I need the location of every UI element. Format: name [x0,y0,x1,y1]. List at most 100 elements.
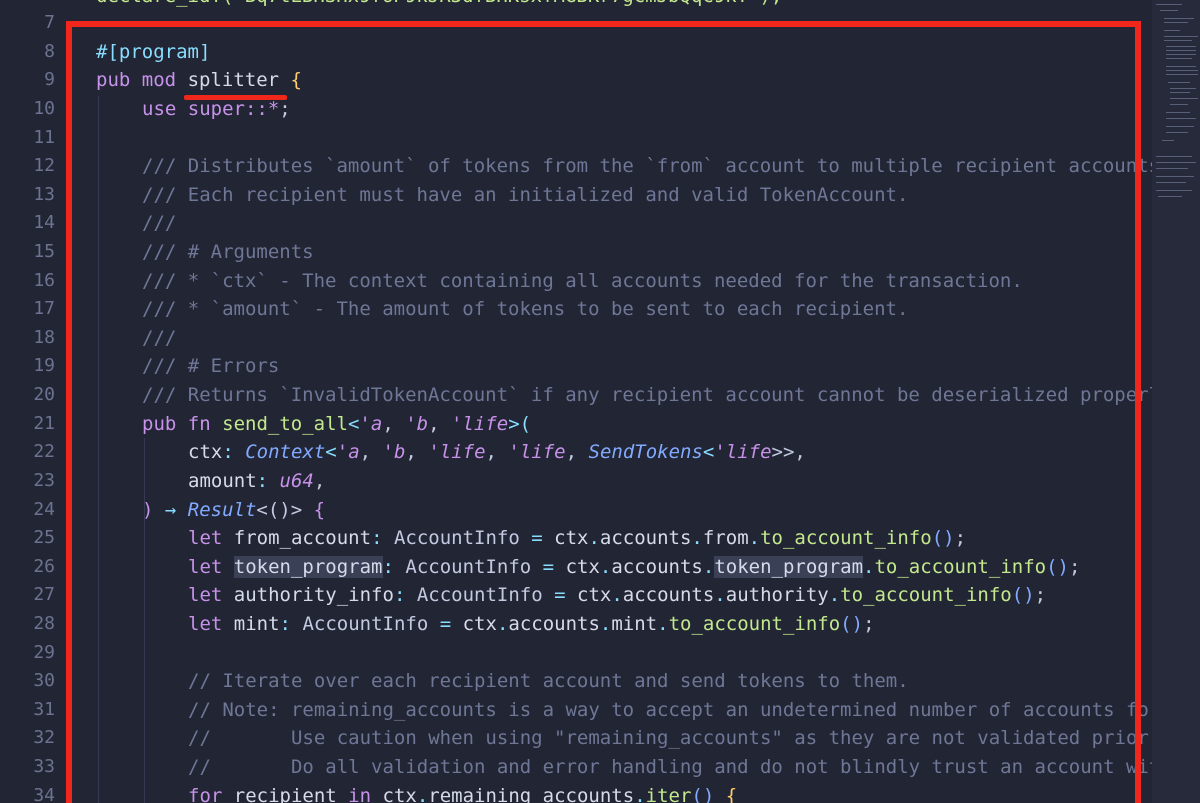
punct: = [519,527,555,549]
red-underline-annotation [184,95,287,100]
keyword: let [188,584,223,606]
line-comment: // Note: remaining_accounts is a way to … [188,699,1152,721]
line-number: 22 [33,441,55,462]
line-number: 14 [33,212,55,233]
field: accounts [611,556,703,578]
code-line-9: pub mod splitter { [96,66,302,94]
doc-comment: /// Distributes `amount` of tokens from … [142,155,1152,177]
keyword: let [188,613,223,635]
punct: , [382,413,406,435]
minimap-line [1162,140,1174,141]
field: token_program [714,556,864,578]
keyword: pub [142,413,177,435]
line-number: 18 [33,327,55,348]
punct: . [611,584,623,606]
line-number: 29 [33,642,55,663]
lifetime: 'life [508,441,566,463]
punct: ; [863,613,875,635]
line-number: 15 [33,241,55,262]
minimap-line [1170,104,1188,105]
param: ctx [188,441,223,463]
minimap-line [1156,182,1186,183]
minimap-line [1164,22,1188,23]
semicolon: ; [279,98,291,120]
keyword: for [188,785,223,803]
punct: : [371,527,394,549]
code-line-8: #[program] [96,38,210,66]
brace: { [714,785,738,803]
keyword: let [188,556,223,578]
punct: () [840,613,864,635]
field: authority [725,584,829,606]
lifetime: 'b [405,413,429,435]
punct: () [691,785,715,803]
field: mint [611,613,658,635]
keyword: fn [187,413,211,435]
minimap-line [1166,46,1196,47]
type: u64 [279,470,314,492]
doc-comment: /// * `ctx` - The context containing all… [142,270,1023,292]
punct: < [325,441,337,463]
punct: = [531,556,566,578]
minimap-line [1166,50,1196,51]
type: Context [245,441,326,463]
punct: : [393,584,417,606]
punct: : [382,556,406,578]
minimap[interactable] [1152,0,1200,803]
minimap-line [1156,4,1182,5]
code-editor[interactable]: 7 8 9 10 11 12 13 14 15 16 17 18 19 20 2… [0,0,1152,803]
line-comment: // Use caution when using "remaining_acc… [188,727,1149,749]
line-number: 8 [44,41,55,62]
brace: { [290,69,302,91]
variable: authority_info [233,584,394,606]
line-number: 20 [33,384,55,405]
type: Result [187,499,257,521]
punct: . [588,527,600,549]
punct: () [1046,556,1069,578]
line-number: 31 [33,699,55,720]
code-line-25: let from_account: AccountInfo = ctx.acco… [188,524,966,552]
path: super::* [187,98,280,120]
function-name: send_to_all [222,413,348,435]
punct: . [828,584,841,606]
field: accounts [508,613,600,635]
minimap-line [1166,112,1190,113]
punct: ; [1034,584,1047,606]
code-line-27: let authority_info: AccountInfo = ctx.ac… [188,581,1046,609]
minimap-line [1156,176,1194,177]
variable: mint [233,613,280,635]
line-number: 11 [33,127,55,148]
attribute: #[program] [96,41,211,63]
line-number: 13 [33,184,55,205]
minimap-line [1156,190,1192,191]
field: from [702,527,749,549]
line-number: 32 [33,727,55,748]
minimap-line [1156,168,1188,169]
method: iter [645,785,692,803]
punct: , [313,470,326,492]
minimap-line [1156,162,1196,163]
punct: , [485,441,509,463]
punct: >>, [771,441,806,463]
variable: token_program [233,556,383,578]
minimap-line [1166,74,1198,75]
line-number: 34 [33,785,55,803]
minimap-line [1170,88,1196,89]
minimap-line [1166,66,1196,67]
code-line-22: ctx: Context<'a, 'b, 'life, 'life, SendT… [188,438,806,466]
minimap-line [1164,40,1192,41]
minimap-line [1166,70,1198,71]
minimap-line [1166,118,1196,119]
punct: : [279,613,303,635]
minimap-line [1156,156,1192,157]
punct: . [657,613,669,635]
method: to_account_info [668,613,841,635]
line-number: 19 [33,355,55,376]
field: accounts [622,584,715,606]
brace: { [302,499,326,521]
doc-comment: /// Each recipient must have an initiali… [142,184,909,206]
punct: . [599,613,612,635]
variable: ctx [577,584,612,606]
line-number: 27 [33,584,55,605]
line-comment: // Iterate over each recipient account a… [188,670,909,692]
